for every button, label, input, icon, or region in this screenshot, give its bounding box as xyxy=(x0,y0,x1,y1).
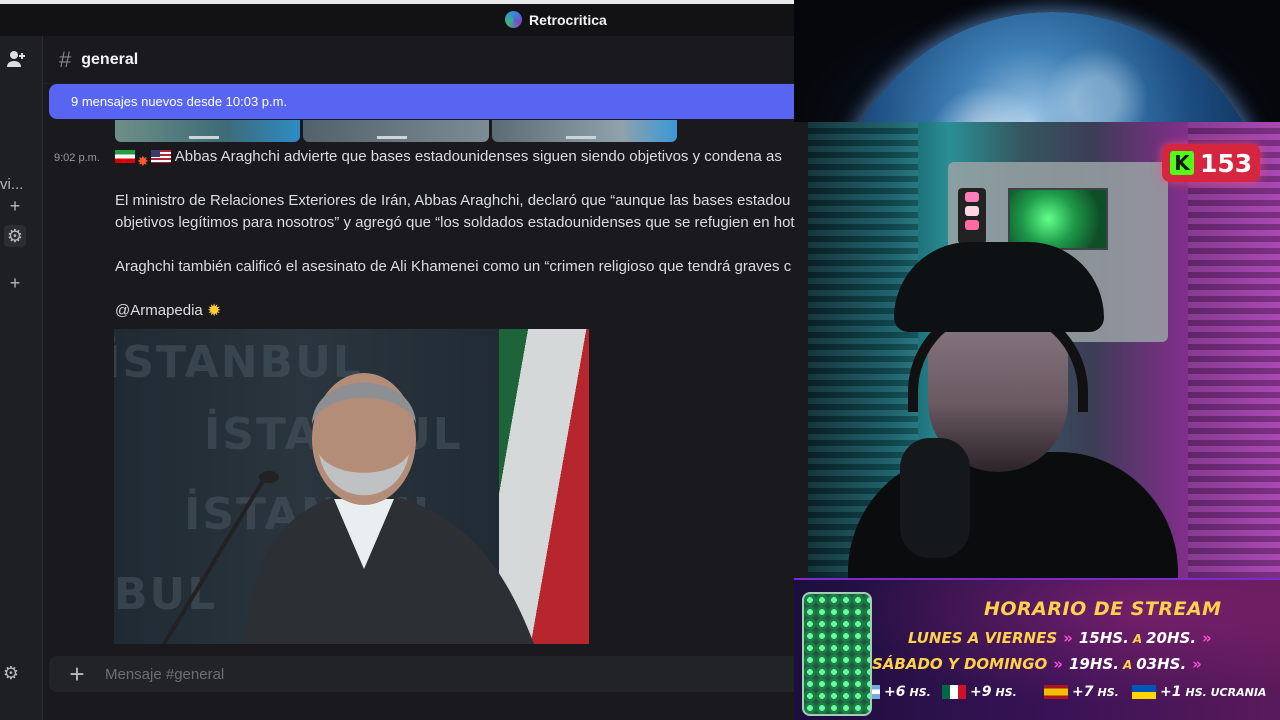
paragraph-1-line-2: objetivos legítimos para nosotros” y agr… xyxy=(115,214,795,231)
server-rail: vi... + ⚙ + ⚙ xyxy=(0,36,42,720)
acoustic-foam-right xyxy=(1188,122,1280,578)
attachment-thumbnail[interactable] xyxy=(303,120,489,142)
schedule-day: SÁBADO Y DOMINGO xyxy=(872,655,1048,673)
offset-unit: HS. UCRANIA xyxy=(1185,685,1267,699)
timezone-offset: +9 HS. xyxy=(942,684,1017,700)
earth-graphic xyxy=(832,12,1272,122)
mexico-flag-icon xyxy=(942,685,966,699)
timezone-offset: +7 HS. xyxy=(1044,684,1119,700)
message-composer: + xyxy=(49,656,808,692)
add-friend-icon[interactable] xyxy=(5,48,27,70)
spain-flag-icon xyxy=(1044,685,1068,699)
timezone-offset: +1 HS. UCRANIA xyxy=(1132,684,1266,700)
channel-name-truncated[interactable]: vi... xyxy=(0,176,23,193)
flag-icon xyxy=(872,685,880,699)
settings-gear-icon[interactable]: ⚙ xyxy=(0,662,22,684)
title-bar: Retrocritica xyxy=(0,4,808,36)
explosion-icon: ✸ xyxy=(137,153,149,169)
schedule-title: HORARIO DE STREAM xyxy=(984,598,1222,620)
credit-mention[interactable]: @Armapedia xyxy=(115,302,203,319)
schedule-row-weekend: SÁBADO Y DOMINGO» 19HS. A 03HS.» xyxy=(872,655,1202,673)
usa-flag-icon xyxy=(150,150,171,163)
viewer-count: 153 xyxy=(1200,148,1253,178)
gear-icon[interactable]: ⚙ xyxy=(4,225,26,247)
cap xyxy=(894,242,1104,332)
paragraph-2: Araghchi también calificó el asesinato d… xyxy=(115,258,792,275)
schedule-sep: A xyxy=(1132,632,1143,646)
new-messages-text: 9 mensajes nuevos desde 10:03 p.m. xyxy=(71,94,288,109)
offset-value: +9 xyxy=(970,684,992,700)
offset-unit: HS. xyxy=(909,685,931,699)
offset-value: +7 xyxy=(1072,684,1094,700)
schedule-day: LUNES A VIERNES xyxy=(908,629,1058,647)
server-logo-icon xyxy=(505,11,522,28)
schedule-from: 19HS. xyxy=(1069,655,1119,673)
ukraine-flag-icon xyxy=(1132,685,1156,699)
cactus-mascot-icon xyxy=(802,592,872,716)
paragraph-1-line-1: El ministro de Relaciones Exteriores de … xyxy=(115,192,791,209)
webcam-feed xyxy=(808,122,1280,578)
schedule-to: 20HS. xyxy=(1146,629,1197,647)
message-input[interactable] xyxy=(105,665,705,683)
add-channel-icon-2[interactable]: + xyxy=(4,272,26,294)
discord-window: Retrocritica vi... + ⚙ + ⚙ # general 9 m… xyxy=(0,0,808,720)
kick-logo-icon: K xyxy=(1170,151,1194,175)
credit-line: @Armapedia ✹ xyxy=(115,300,221,322)
add-channel-icon[interactable]: + xyxy=(4,195,26,217)
schedule-to: 03HS. xyxy=(1136,655,1187,673)
iran-flag-icon xyxy=(115,150,135,163)
message-headline-line: ✸ Abbas Araghchi advierte que bases esta… xyxy=(115,146,782,172)
offset-value: +1 xyxy=(1160,684,1182,700)
stream-schedule-panel: HORARIO DE STREAM LUNES A VIERNES» 15HS. A… xyxy=(794,578,1280,720)
streamer xyxy=(848,242,1178,578)
streamer-body xyxy=(848,452,1178,578)
message-headline: Abbas Araghchi advierte que bases estado… xyxy=(174,148,782,165)
message-image-attachment[interactable]: İSTANBUL İSTANBUL İSTANBUL BUL xyxy=(114,329,589,644)
radar-screen xyxy=(1008,188,1108,250)
schedule-sep: A xyxy=(1122,658,1133,672)
attachment-thumbnail[interactable] xyxy=(491,120,677,142)
emoji-flags: ✸ xyxy=(115,150,171,172)
schedule-row-weekdays: LUNES A VIERNES» 15HS. A 20HS.» xyxy=(908,629,1212,647)
channel-header: # general xyxy=(43,36,808,84)
offset-unit: HS. xyxy=(1097,685,1119,699)
kick-viewer-badge: K 153 xyxy=(1162,144,1261,182)
previous-attachments xyxy=(115,120,677,142)
message-timestamp: 9:02 p.m. xyxy=(54,152,100,164)
offset-unit: HS. xyxy=(995,685,1017,699)
attach-plus-icon[interactable]: + xyxy=(49,659,105,690)
console-lights xyxy=(958,188,986,244)
app-title-text: Retrocritica xyxy=(529,11,607,28)
hash-icon: # xyxy=(59,46,72,72)
space-background xyxy=(794,0,1280,122)
schedule-from: 15HS. xyxy=(1078,629,1129,647)
app-title: Retrocritica xyxy=(505,11,607,28)
offset-value: +6 xyxy=(884,684,906,700)
sun-icon: ✹ xyxy=(206,301,222,320)
channel-name: general xyxy=(81,50,139,68)
microphone-icon xyxy=(900,438,970,558)
speaker-portrait xyxy=(162,373,534,644)
attachment-thumbnail[interactable] xyxy=(115,120,301,142)
timezone-offset: +6 HS. xyxy=(872,684,931,700)
new-messages-banner[interactable]: 9 mensajes nuevos desde 10:03 p.m. xyxy=(49,84,808,119)
